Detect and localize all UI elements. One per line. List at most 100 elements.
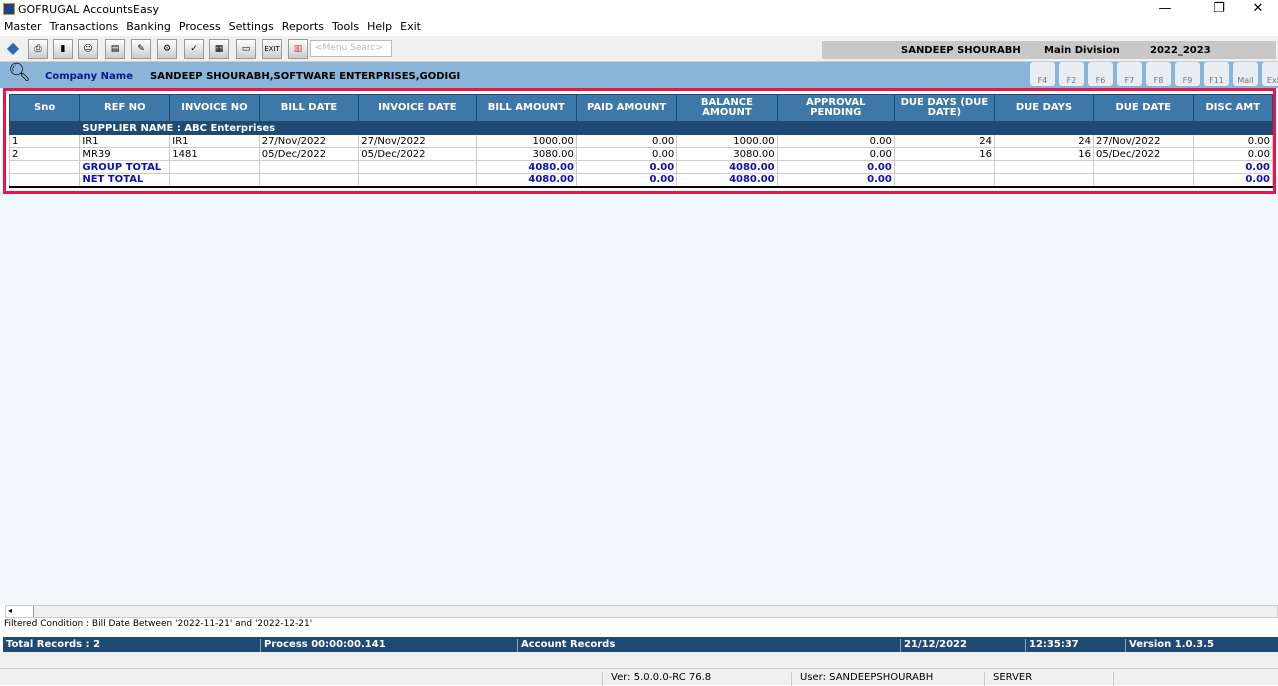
table-cell: IR1	[169, 134, 260, 148]
report-grid: Sno REF NO INVOICE NO BILL DATE INVOICE DATE…	[3, 88, 1276, 194]
group-total-label: GROUP TOTAL	[79, 160, 171, 174]
table-cell	[169, 173, 260, 188]
table-cell	[993, 173, 1095, 188]
ledger-icon[interactable]: ▮	[53, 39, 73, 59]
horizontal-scrollbar[interactable]: ◂	[5, 605, 1278, 618]
search-icon[interactable]: 🔍︎	[8, 62, 31, 83]
net-total-approval: 0.00	[776, 173, 895, 188]
net-total-bill: 4080.00	[475, 173, 577, 188]
chart-icon[interactable]: ▥	[288, 39, 308, 59]
menu-help[interactable]: Help	[363, 18, 396, 36]
menu-process[interactable]: Process	[175, 18, 225, 36]
table-cell: 16	[993, 147, 1095, 161]
window-title: GOFRUGAL AccountsEasy	[18, 3, 159, 16]
book-icon[interactable]: ◆	[3, 39, 23, 59]
table-cell: 0.00	[1192, 134, 1273, 148]
group-total-approval: 0.00	[776, 160, 895, 174]
f6-print-icon[interactable]: F6	[1088, 62, 1113, 86]
column-header[interactable]: INVOICE NO	[169, 94, 260, 122]
restore-icon[interactable]: ❐	[1204, 1, 1234, 16]
build-version: Ver: 5.0.0.0-RC 76.8	[602, 672, 711, 686]
column-header[interactable]: DUE DAYS	[993, 94, 1095, 122]
column-header[interactable]: BILL AMOUNT	[475, 94, 577, 122]
total-records: Total Records : 2	[6, 639, 101, 650]
table-cell: 1000.00	[475, 134, 577, 148]
status-bar: Total Records : 2 Process 00:00:00.141 A…	[3, 637, 1278, 652]
table-cell: 0.00	[1192, 147, 1273, 161]
close-icon[interactable]: ✕	[1243, 1, 1273, 16]
spacer	[0, 652, 1278, 668]
table-cell	[358, 173, 477, 188]
minimize-icon[interactable]: —	[1150, 1, 1180, 16]
f4-icon[interactable]: F4	[1030, 62, 1055, 86]
grid-icon[interactable]: ▦	[209, 39, 229, 59]
server-name: SERVER	[984, 672, 1032, 686]
title-bar: GOFRUGAL AccountsEasy — ❐ ✕	[0, 0, 1278, 18]
table-cell: 27/Nov/2022	[1093, 134, 1194, 148]
table-row[interactable]: 2 MR39 1481 05/Dec/2022 05/Dec/2022 3080.00 0.…	[8, 147, 1273, 161]
user-panel: SANDEEP SHOURABH Main Division 2022_2023	[822, 41, 1276, 59]
network-icon[interactable]: ⚙	[157, 39, 177, 59]
column-header[interactable]: REF NO	[79, 94, 171, 122]
f2-icon[interactable]: F2	[1059, 62, 1084, 86]
column-header[interactable]: PAID AMOUNT	[575, 94, 678, 122]
users-icon[interactable]: ☺	[78, 39, 98, 59]
f9-icon[interactable]: F9	[1175, 62, 1200, 86]
menu-reports[interactable]: Reports	[278, 18, 328, 36]
table-cell	[1093, 160, 1194, 174]
table-cell	[358, 160, 477, 174]
edit-icon[interactable]: ✎	[131, 39, 151, 59]
calculator-icon[interactable]: ▭	[236, 39, 256, 59]
menu-banking[interactable]: Banking	[122, 18, 175, 36]
column-header[interactable]: INVOICE DATE	[358, 94, 477, 122]
menu-bar: Master Transactions Banking Process Sett…	[0, 18, 1278, 36]
record-type: Account Records	[517, 639, 615, 652]
table-cell: 27/Nov/2022	[258, 134, 360, 148]
menu-master[interactable]: Master	[0, 18, 46, 36]
app-version: Version 1.0.3.5	[1125, 639, 1214, 652]
menu-exit[interactable]: Exit	[396, 18, 425, 36]
table-cell	[169, 160, 260, 174]
column-header[interactable]: DUE DATE	[1093, 94, 1194, 122]
group-total-disc: 0.00	[1192, 160, 1273, 174]
checklist-icon[interactable]: ✓	[184, 39, 204, 59]
print-icon[interactable]: ⎙	[28, 39, 48, 59]
column-header[interactable]: DUE DAYS (DUE DATE)	[893, 94, 995, 122]
app-logo-icon	[3, 3, 15, 15]
table-cell	[258, 160, 360, 174]
group-total-paid: 0.00	[575, 160, 678, 174]
table-row[interactable]: 1 IR1 IR1 27/Nov/2022 27/Nov/2022 1000.00 0.00…	[8, 134, 1273, 148]
status-date: 21/12/2022	[900, 639, 967, 652]
mail-icon[interactable]: Mail	[1233, 62, 1258, 86]
column-header[interactable]: BALANCE AMOUNT	[676, 94, 778, 122]
group-row: SUPPLIER NAME : ABC Enterprises	[8, 121, 1273, 135]
f8-icon[interactable]: F8	[1146, 62, 1171, 86]
f11-icon[interactable]: F11	[1204, 62, 1229, 86]
bottom-status-bar: Ver: 5.0.0.0-RC 76.8 User: SANDEEPSHOURA…	[0, 668, 1278, 686]
exit-fkey-icon[interactable]: Exit	[1262, 62, 1278, 86]
f7-icon[interactable]: F7	[1117, 62, 1142, 86]
menu-search-input[interactable]: <Menu Searc>	[310, 40, 392, 57]
column-header[interactable]: DISC AMT	[1192, 94, 1273, 122]
group-label: SUPPLIER NAME : ABC Enterprises	[79, 121, 1273, 135]
table-cell: 24	[993, 134, 1095, 148]
column-header[interactable]: Sno	[8, 94, 81, 122]
column-header[interactable]: BILL DATE	[258, 94, 360, 122]
menu-transactions[interactable]: Transactions	[46, 18, 123, 36]
scroll-left-icon[interactable]: ◂	[6, 606, 34, 617]
menu-tools[interactable]: Tools	[328, 18, 363, 36]
exit-icon[interactable]: EXIT	[262, 39, 282, 59]
table-cell: 1000.00	[676, 134, 778, 148]
table-cell	[993, 160, 1095, 174]
documents-icon[interactable]: ▤	[105, 39, 125, 59]
table-cell	[8, 160, 81, 174]
table-cell: 24	[893, 134, 995, 148]
column-header[interactable]: APPROVAL PENDING	[776, 94, 895, 122]
net-total-disc: 0.00	[1192, 173, 1273, 188]
logged-user: User: SANDEEPSHOURABH	[791, 672, 933, 686]
group-total-row: GROUP TOTAL 4080.00 0.00 4080.00 0.00 0.00	[8, 160, 1273, 174]
menu-settings[interactable]: Settings	[225, 18, 278, 36]
table-cell: 3080.00	[475, 147, 577, 161]
table-cell: 0.00	[776, 134, 895, 148]
table-cell	[8, 173, 81, 188]
